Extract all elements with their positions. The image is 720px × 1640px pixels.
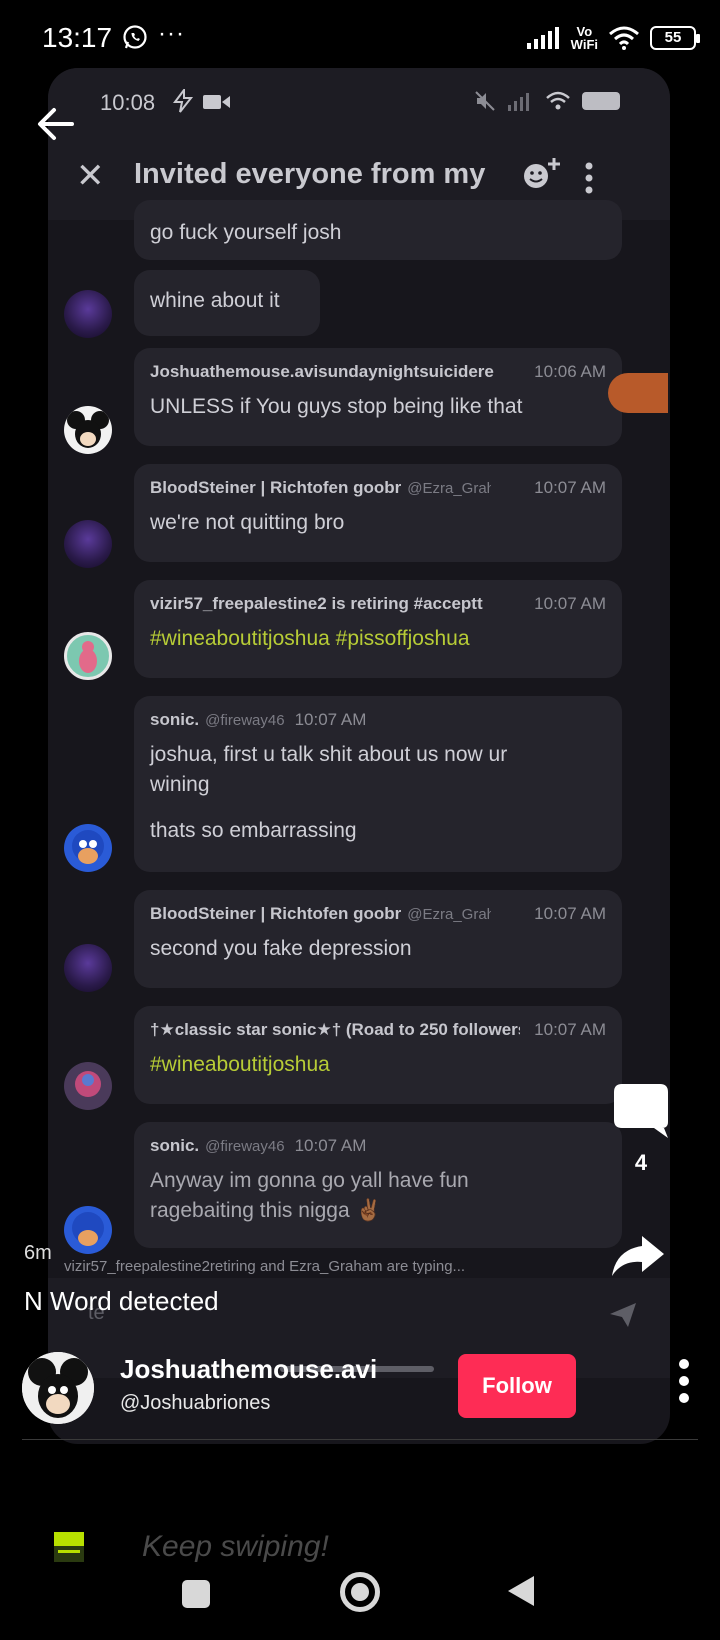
user-avatar[interactable] xyxy=(64,632,112,680)
mouse-avatar-icon xyxy=(67,411,109,448)
wifi-icon xyxy=(609,26,639,50)
message-text: second you fake depression xyxy=(150,937,412,960)
follow-button[interactable]: Follow xyxy=(458,1354,576,1418)
inner-wifi-icon xyxy=(546,91,570,110)
message-handle: @Ezra_Graham xyxy=(407,906,492,923)
whatsapp-icon xyxy=(123,25,147,49)
message-author[interactable]: BloodSteiner | Richtofen goobr xyxy=(150,904,401,924)
bolt-icon xyxy=(173,89,194,113)
keep-swiping-text: Keep swiping! xyxy=(142,1530,329,1563)
comment-icon[interactable] xyxy=(612,1082,670,1140)
video-content[interactable]: 10:08 ✕ Invited everyone from my go fuck… xyxy=(48,68,670,1444)
message-handle: @fireway46 xyxy=(205,712,285,729)
message-bubble: go fuck yourself josh xyxy=(134,200,622,260)
author-name[interactable]: Joshuathemouse.avi xyxy=(120,1354,408,1385)
message-author[interactable]: sonic. xyxy=(150,1136,199,1156)
back-arrow-icon[interactable] xyxy=(36,104,76,144)
message-author[interactable]: sonic. xyxy=(150,710,199,730)
message-list[interactable]: go fuck yourself josh whine about it Jos… xyxy=(48,200,670,1320)
message-handle: @fireway46 xyxy=(205,1138,285,1155)
message-text: Anyway im gonna go yall have fun ragebai… xyxy=(150,1169,469,1222)
more-options-icon[interactable] xyxy=(678,1358,690,1404)
chat-title: Invited everyone from my xyxy=(134,158,486,190)
message-text: go fuck yourself josh xyxy=(150,221,342,244)
message-author[interactable]: vizir57_freepalestine2 is retiring #acce… xyxy=(150,594,483,614)
character-avatar-icon xyxy=(75,1071,101,1097)
message-bubble: BloodSteiner | Richtofen goobr @Ezra_Gra… xyxy=(134,890,622,988)
user-avatar[interactable] xyxy=(64,406,112,454)
character-avatar-icon xyxy=(79,641,97,673)
message-time: 10:07 AM xyxy=(534,478,606,497)
user-avatar[interactable] xyxy=(64,290,112,338)
system-nav-bar xyxy=(0,1560,720,1640)
comment-count: 4 xyxy=(634,1150,648,1175)
recents-button[interactable] xyxy=(182,1580,210,1608)
author-row: Joshuathemouse.avi @Joshuabriones Follow xyxy=(22,1350,698,1424)
author-avatar[interactable] xyxy=(22,1352,94,1424)
message-bubble: whine about it xyxy=(134,270,320,336)
inner-status-time: 10:08 xyxy=(100,90,156,115)
sonic-avatar-icon xyxy=(72,1212,104,1246)
inner-signal-icon xyxy=(508,93,529,111)
post-time-ago: 6m xyxy=(24,1242,52,1264)
message-handle: @Ezra_Graham xyxy=(407,480,492,497)
back-nav-icon[interactable] xyxy=(506,1574,536,1608)
swipe-hint-icon xyxy=(54,1532,84,1562)
sonic-avatar-icon xyxy=(72,830,104,864)
inner-status-bar: 10:08 xyxy=(48,68,670,138)
user-avatar[interactable] xyxy=(64,1062,112,1110)
add-member-icon[interactable] xyxy=(522,156,562,192)
user-avatar[interactable] xyxy=(64,944,112,992)
send-icon[interactable] xyxy=(608,1300,638,1330)
message-bubble: vizir57_freepalestine2 is retiring #acce… xyxy=(134,580,622,678)
user-avatar[interactable] xyxy=(64,520,112,568)
message-bubble: BloodSteiner | Richtofen goobr @Ezra_Gra… xyxy=(134,464,622,562)
message-time: 10:07 AM xyxy=(294,1136,367,1155)
share-icon[interactable] xyxy=(610,1234,666,1278)
signal-icon xyxy=(526,27,559,49)
message-author[interactable]: †★classic star sonic★† (Road to 250 foll… xyxy=(150,1020,520,1040)
message-bubble: Joshuathemouse.avisundaynightsuicidere 1… xyxy=(134,348,622,446)
typing-indicator: vizir57_freepalestine2retiring and Ezra_… xyxy=(64,1258,466,1275)
message-text: we're not quitting bro xyxy=(150,511,345,534)
divider xyxy=(22,1439,698,1440)
vowifi-label: Vo WiFi xyxy=(570,24,598,52)
inner-battery-icon xyxy=(582,92,620,110)
message-time: 10:06 AM xyxy=(534,362,606,381)
message-text: whine about it xyxy=(150,289,280,312)
camera-icon xyxy=(203,95,230,109)
message-bubble: sonic. @fireway46 10:07 AM joshua, first… xyxy=(134,696,622,872)
message-time: 10:07 AM xyxy=(534,1020,606,1039)
battery-icon: 55 xyxy=(650,26,700,50)
chat-more-icon[interactable] xyxy=(582,158,596,198)
home-button[interactable] xyxy=(340,1572,380,1612)
message-author[interactable]: BloodSteiner | Richtofen goobr xyxy=(150,478,401,498)
status-time: 13:17 xyxy=(42,22,113,53)
close-icon[interactable]: ✕ xyxy=(76,156,105,196)
message-bubble: †★classic star sonic★† (Road to 250 foll… xyxy=(134,1006,622,1104)
user-avatar[interactable] xyxy=(64,824,112,872)
message-author[interactable]: Joshuathemouse.avisundaynightsuicidere xyxy=(150,362,494,382)
message-time: 10:07 AM xyxy=(294,710,367,729)
message-time: 10:07 AM xyxy=(534,904,606,923)
message-time: 10:07 AM xyxy=(534,594,606,613)
status-more-dots: ··· xyxy=(158,20,185,47)
message-text: thats so embarrassing xyxy=(150,819,357,842)
message-hashtags[interactable]: #wineaboutitjoshua #pissoffjoshua xyxy=(150,624,606,654)
message-bubble: sonic. @fireway46 10:07 AM Anyway im gon… xyxy=(134,1122,622,1248)
user-avatar[interactable] xyxy=(64,1206,112,1254)
mute-icon xyxy=(475,91,495,111)
author-handle[interactable]: @Joshuabriones xyxy=(120,1392,270,1415)
video-call-fab[interactable] xyxy=(608,373,668,413)
message-text: UNLESS if You guys stop being like that xyxy=(150,395,523,418)
mouse-avatar-icon xyxy=(22,1352,94,1424)
message-text: joshua, first u talk shit about us now u… xyxy=(150,743,508,796)
message-hashtags[interactable]: #wineaboutitjoshua xyxy=(150,1050,606,1080)
post-caption: N Word detected xyxy=(24,1286,219,1316)
